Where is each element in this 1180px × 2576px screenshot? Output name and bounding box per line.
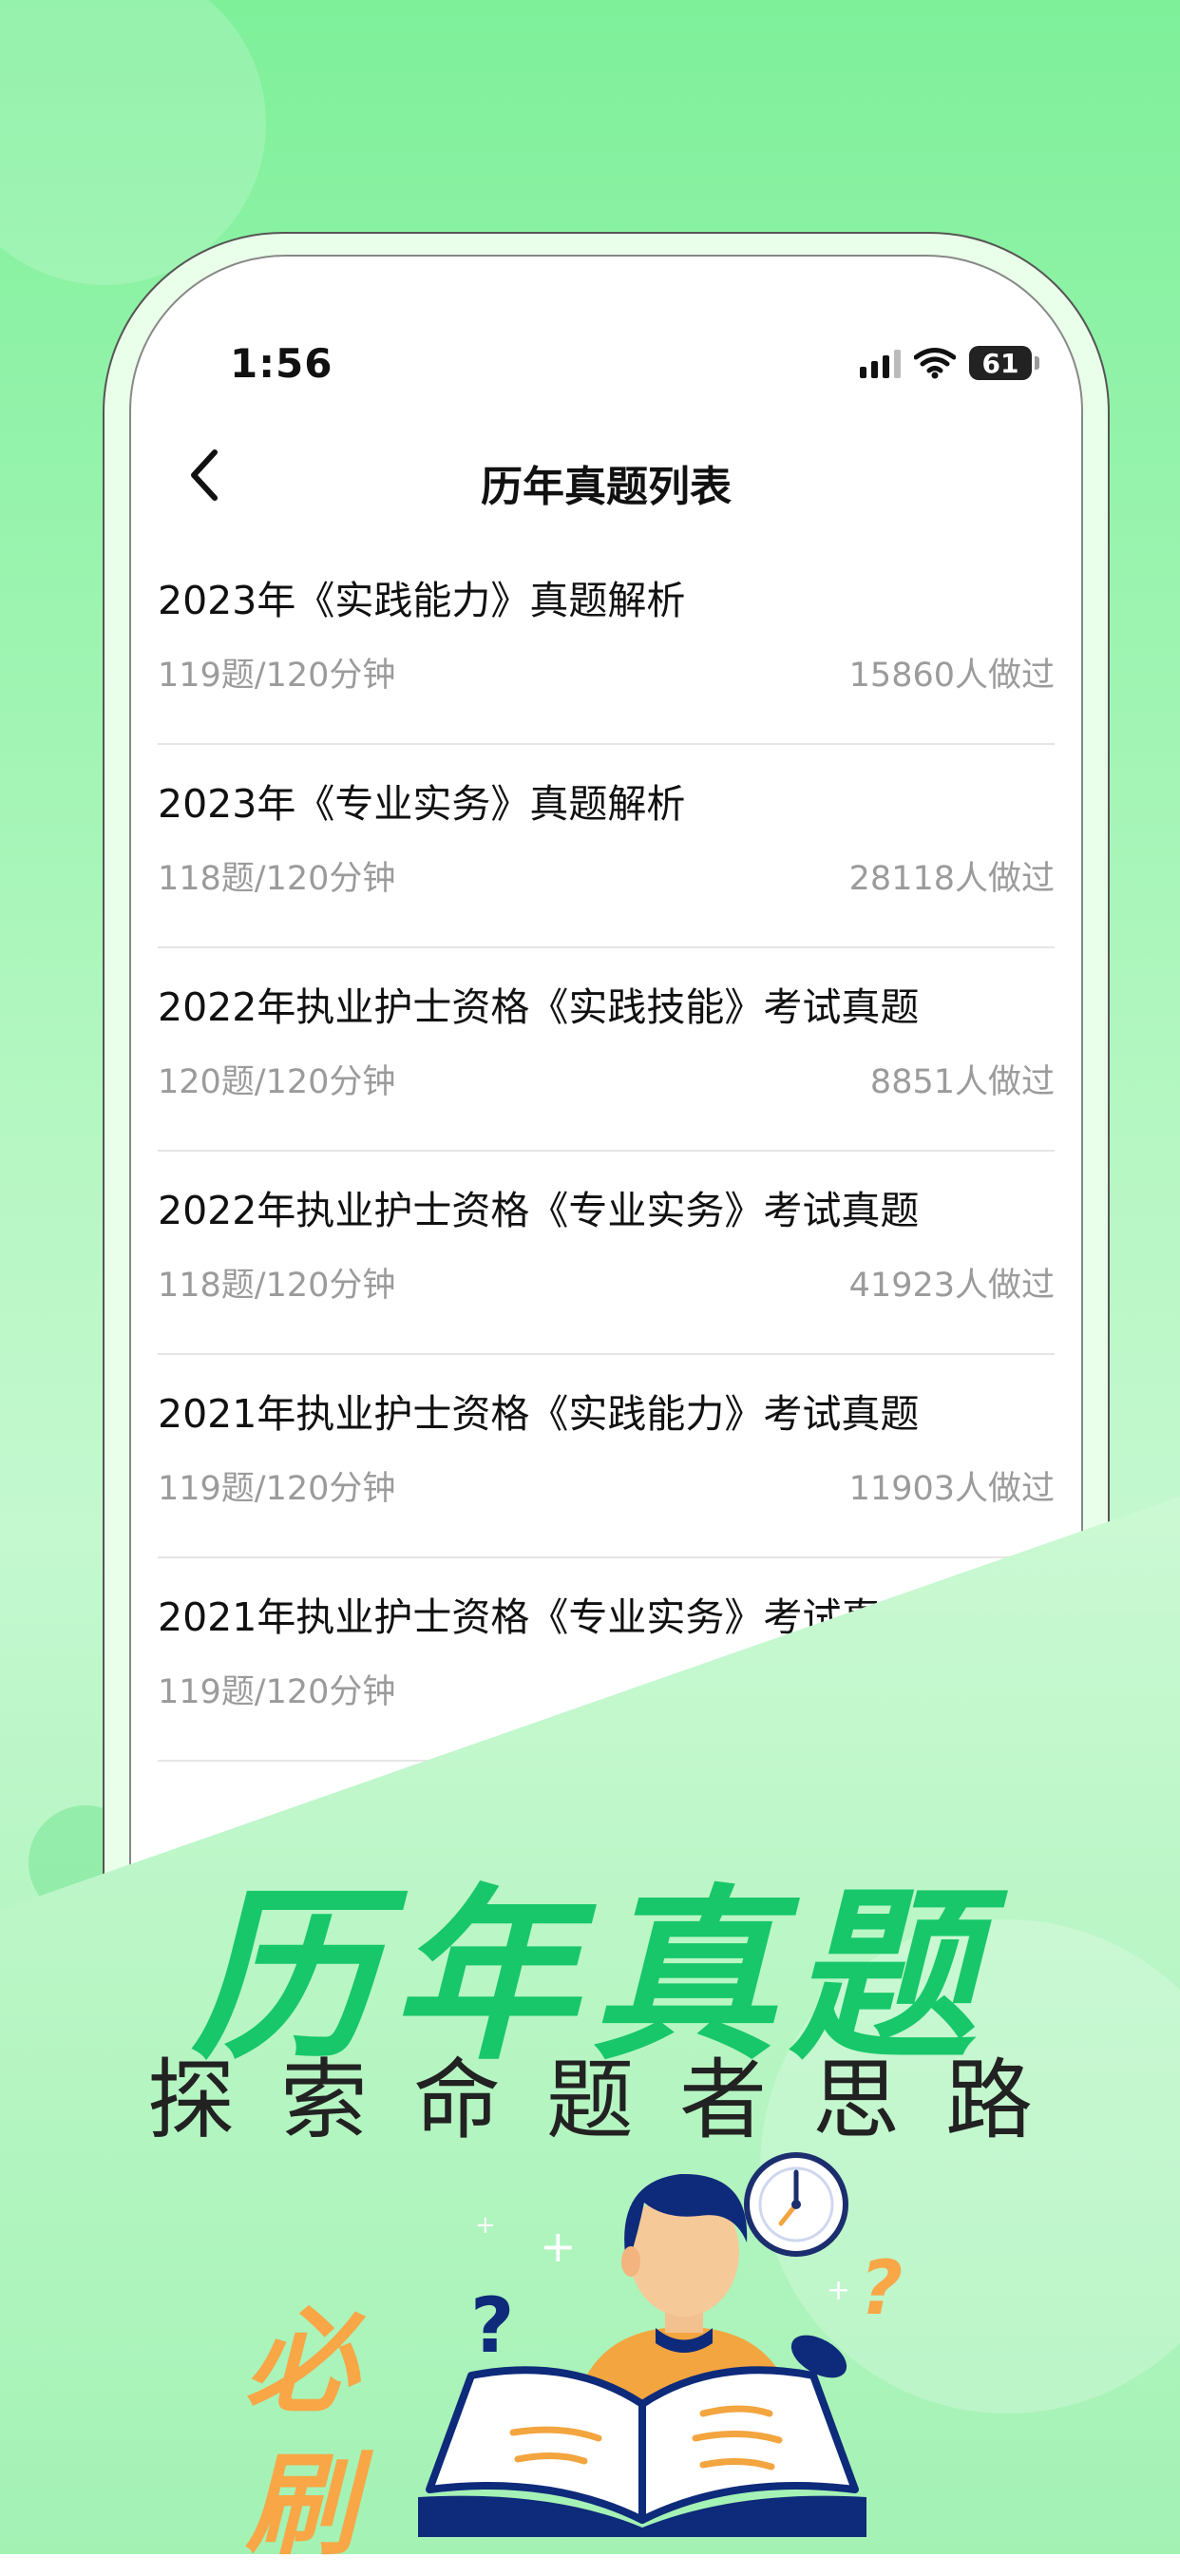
list-item[interactable]: 2021年执业护士资格《专业实务》考试真 119题/120分钟	[158, 1558, 1055, 1762]
exam-title: 2023年《实践能力》真题解析	[158, 578, 686, 623]
side-text-bottom: 刷	[245, 2439, 358, 2570]
exam-title: 2022年执业护士资格《实践技能》考试真题	[158, 984, 920, 1030]
exam-count: 41923人做过	[848, 1267, 1055, 1305]
status-time: 1:56	[230, 340, 333, 387]
exam-title: 2022年执业护士资格《专业实务》考试真题	[158, 1188, 920, 1233]
exam-meta: 118题/120分钟	[158, 1267, 396, 1305]
nav-bar: 历年真题列表	[131, 428, 1081, 523]
signal-icon	[860, 348, 901, 378]
page-title: 历年真题列表	[481, 463, 732, 511]
exam-title: 2023年《专业实务》真题解析	[158, 781, 686, 827]
exam-title: 2021年执业护士资格《专业实务》考试真	[158, 1594, 881, 1640]
exam-title: 2021年执业护士资格《实践能力》考试真题	[158, 1391, 920, 1437]
battery-level: 61	[981, 347, 1019, 379]
exam-count: 28118人做过	[848, 860, 1055, 898]
list-item[interactable]: 2022年执业护士资格《专业实务》考试真题 118题/120分钟 41923人做…	[158, 1152, 1055, 1355]
side-text-top: 必	[245, 2297, 358, 2428]
status-bar-icons: 61	[860, 344, 1039, 382]
exam-count: 11903人做过	[848, 1470, 1055, 1508]
exam-meta: 119题/120分钟	[158, 1470, 396, 1508]
list-item[interactable]: 2021年执业护士资格《实践能力》考试真题 119题/120分钟 11903人做…	[158, 1355, 1055, 1558]
exam-list: 2023年《实践能力》真题解析 119题/120分钟 15860人做过 2023…	[158, 542, 1055, 1762]
exam-meta: 119题/120分钟	[158, 657, 396, 695]
wifi-icon	[914, 348, 956, 379]
exam-count: 15860人做过	[848, 657, 1055, 695]
exam-meta: 120题/120分钟	[158, 1063, 396, 1101]
exam-count: 8851人做过	[869, 1063, 1055, 1101]
promo-subheadline: 探索命题者思路	[146, 2050, 1078, 2151]
battery-icon: 61	[969, 346, 1039, 380]
list-item[interactable]: 2023年《专业实务》真题解析 118题/120分钟 28118人做过	[158, 745, 1055, 948]
list-item[interactable]: 2022年执业护士资格《实践技能》考试真题 120题/120分钟 8851人做过	[158, 948, 1055, 1152]
exam-meta: 119题/120分钟	[158, 1673, 396, 1711]
exam-meta: 118题/120分钟	[158, 860, 396, 898]
list-item[interactable]: 2023年《实践能力》真题解析 119题/120分钟 15860人做过	[158, 542, 1055, 745]
